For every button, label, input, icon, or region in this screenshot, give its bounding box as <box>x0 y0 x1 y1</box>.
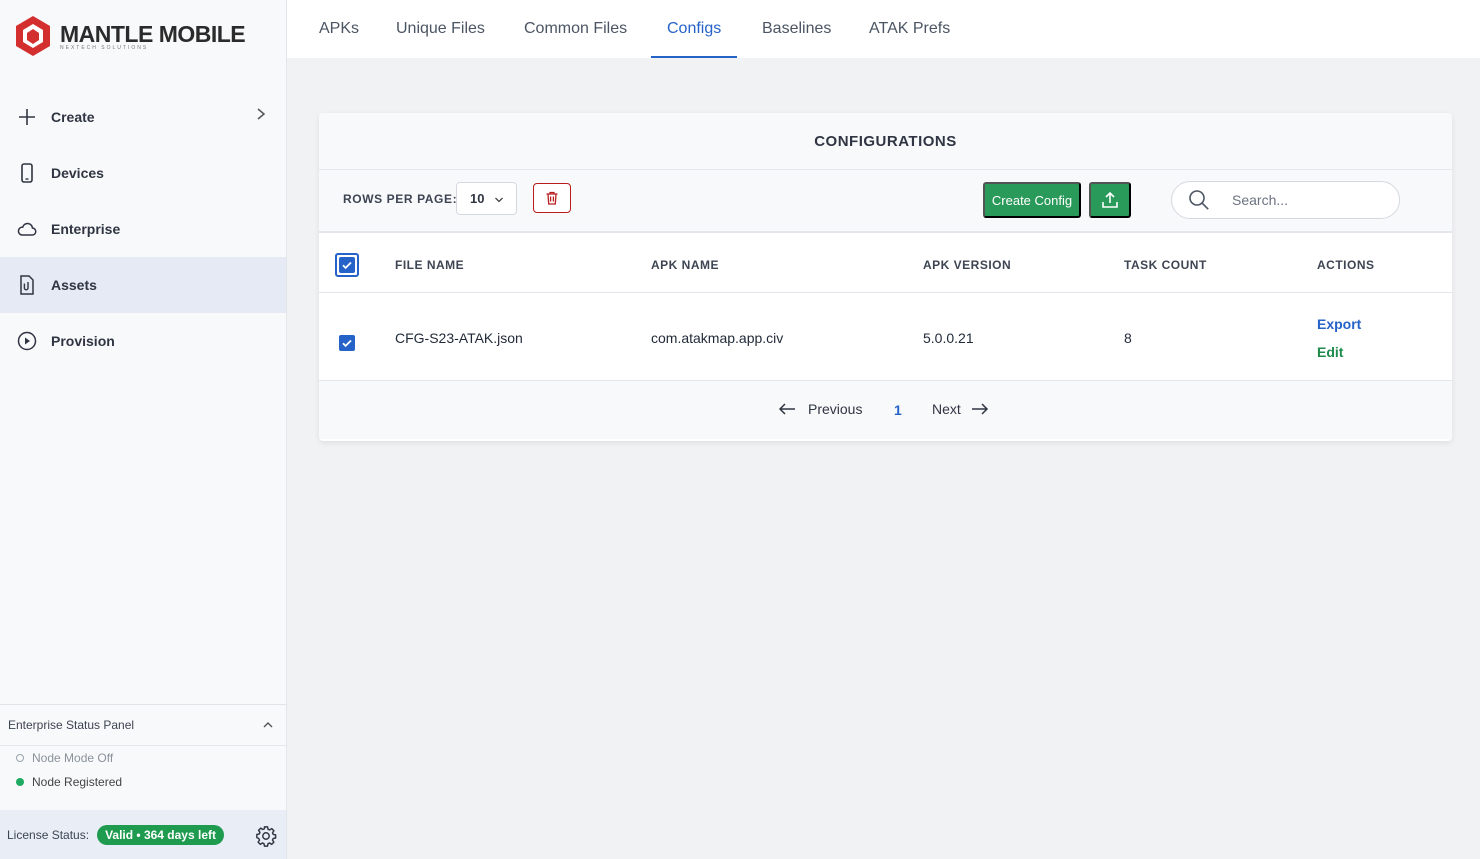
brand-logo[interactable]: MANTLE MOBILE NEXTECH SOLUTIONS <box>14 14 246 58</box>
sidebar-item-label: Enterprise <box>51 221 121 237</box>
cloud-icon <box>17 219 37 239</box>
sidebar: MANTLE MOBILE NEXTECH SOLUTIONS Create D… <box>0 0 287 859</box>
pagination: Previous 1 Next <box>319 381 1452 439</box>
brand-name: MANTLE MOBILE <box>60 20 246 47</box>
sidebar-nav: Create Devices Enterprise Assets Provisi… <box>0 89 286 369</box>
sidebar-item-label: Assets <box>51 277 97 293</box>
next-label: Next <box>932 401 961 417</box>
cell-apk-name: com.atakmap.app.civ <box>651 330 784 346</box>
next-page-button[interactable]: Next <box>932 401 989 417</box>
column-header-apk-version[interactable]: APK VERSION <box>923 258 1011 272</box>
card-title: CONFIGURATIONS <box>319 113 1452 170</box>
upload-icon <box>1102 191 1118 208</box>
rows-per-page-select[interactable]: 10 <box>456 182 517 215</box>
row-checkbox[interactable] <box>339 335 355 351</box>
file-attachment-icon <box>17 275 37 295</box>
enterprise-status-panel: Enterprise Status Panel Node Mode Off No… <box>0 704 286 810</box>
arrow-right-icon <box>971 403 988 415</box>
sidebar-item-label: Devices <box>51 165 104 181</box>
sidebar-item-create[interactable]: Create <box>0 89 286 145</box>
status-node-mode: Node Mode Off <box>0 746 286 770</box>
status-panel-header[interactable]: Enterprise Status Panel <box>0 705 286 746</box>
license-badge: Valid • 364 days left <box>97 824 224 845</box>
tab-configs[interactable]: Configs <box>651 0 738 58</box>
search-input[interactable] <box>1232 192 1382 208</box>
license-status: License Status: Valid • 364 days left <box>0 810 286 859</box>
rows-per-page-label: ROWS PER PAGE: <box>343 192 458 206</box>
chevron-down-icon <box>495 197 503 203</box>
rows-per-page-value: 10 <box>470 191 485 206</box>
arrow-left-icon <box>778 403 795 415</box>
page-number-current[interactable]: 1 <box>894 402 902 418</box>
trash-icon <box>546 191 558 205</box>
status-dot-on-icon <box>16 778 24 786</box>
play-circle-icon <box>17 331 37 351</box>
previous-label: Previous <box>808 401 863 417</box>
delete-button[interactable] <box>533 183 571 213</box>
sidebar-item-enterprise[interactable]: Enterprise <box>0 201 286 257</box>
tab-apks[interactable]: APKs <box>303 0 375 58</box>
edit-link[interactable]: Edit <box>1317 344 1343 360</box>
configurations-card: CONFIGURATIONS ROWS PER PAGE: 10 Create … <box>319 113 1452 441</box>
search-box <box>1171 181 1400 219</box>
status-label: Node Mode Off <box>32 751 114 765</box>
tab-common-files[interactable]: Common Files <box>508 0 643 58</box>
search-icon <box>1189 190 1209 210</box>
gear-icon[interactable] <box>255 825 277 847</box>
create-config-button[interactable]: Create Config <box>983 182 1081 218</box>
phone-icon <box>17 163 37 183</box>
tab-unique-files[interactable]: Unique Files <box>380 0 501 58</box>
cell-task-count: 8 <box>1124 330 1132 346</box>
status-node-registered: Node Registered <box>0 770 286 794</box>
brand-tagline: NEXTECH SOLUTIONS <box>60 44 149 51</box>
asset-tabs: APKs Unique Files Common Files Configs B… <box>287 0 1480 58</box>
status-panel-title: Enterprise Status Panel <box>8 718 135 732</box>
upload-button[interactable] <box>1089 182 1131 218</box>
column-header-apk-name[interactable]: APK NAME <box>651 258 719 272</box>
status-dot-off-icon <box>16 754 24 762</box>
table-toolbar: ROWS PER PAGE: 10 Create Config <box>319 170 1452 233</box>
sidebar-item-label: Create <box>51 109 95 125</box>
plus-icon <box>17 107 37 127</box>
table-header: FILE NAME APK NAME APK VERSION TASK COUN… <box>319 233 1452 293</box>
status-label: Node Registered <box>32 775 123 789</box>
select-all-checkbox[interactable] <box>335 253 359 277</box>
sidebar-item-assets[interactable]: Assets <box>0 257 286 313</box>
column-header-actions: ACTIONS <box>1317 258 1375 272</box>
checkmark-icon <box>342 339 352 348</box>
checkbox-checked-icon <box>339 257 355 273</box>
sidebar-item-provision[interactable]: Provision <box>0 313 286 369</box>
mantle-logo-icon <box>16 16 50 56</box>
export-link[interactable]: Export <box>1317 316 1361 332</box>
column-header-task-count[interactable]: TASK COUNT <box>1124 258 1207 272</box>
license-label: License Status: <box>7 827 90 842</box>
column-header-file-name[interactable]: FILE NAME <box>395 258 464 272</box>
table-row: CFG-S23-ATAK.json com.atakmap.app.civ 5.… <box>319 293 1452 381</box>
cell-file-name: CFG-S23-ATAK.json <box>395 330 523 346</box>
tab-atak-prefs[interactable]: ATAK Prefs <box>853 0 966 58</box>
sidebar-item-devices[interactable]: Devices <box>0 145 286 201</box>
previous-page-button[interactable]: Previous <box>778 401 862 417</box>
tab-baselines[interactable]: Baselines <box>746 0 847 58</box>
sidebar-item-label: Provision <box>51 333 115 349</box>
chevron-right-icon <box>257 108 266 120</box>
cell-apk-version: 5.0.0.21 <box>923 330 974 346</box>
chevron-up-icon[interactable] <box>262 719 274 731</box>
